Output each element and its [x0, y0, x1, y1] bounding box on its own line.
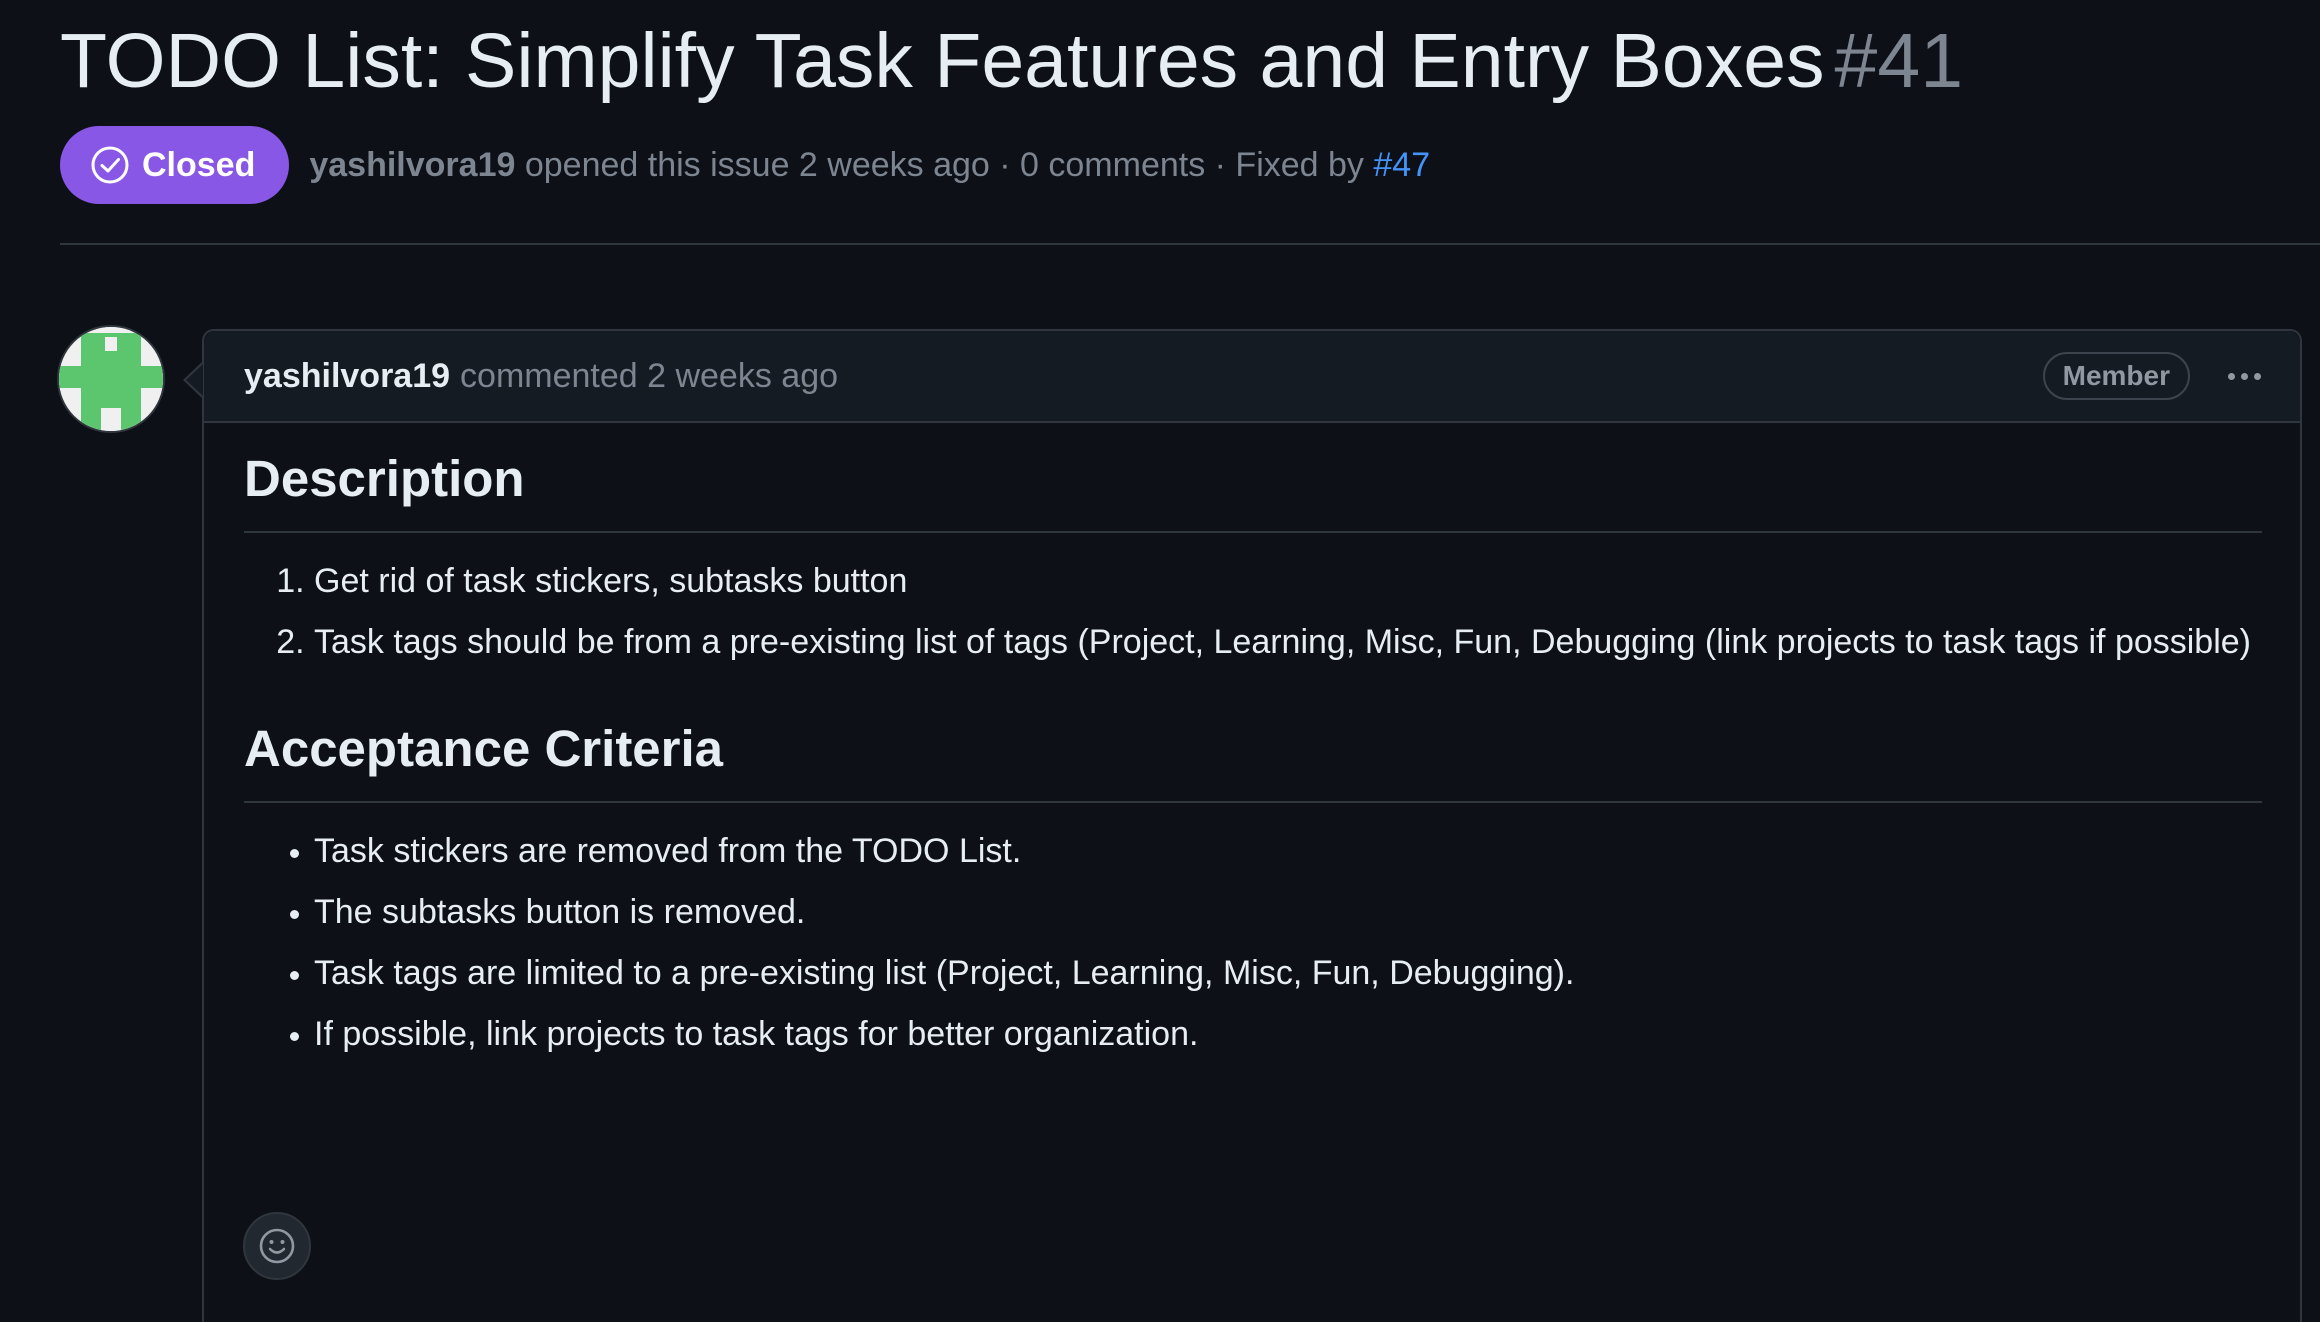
issue-opened-text: opened this issue 2 weeks ago · 0 commen…	[524, 145, 1364, 184]
acceptance-criteria-list: Task stickers are removed from the TODO …	[244, 825, 2262, 1061]
issue-author-link[interactable]: yashilvora19	[309, 146, 515, 184]
comment-box: yashilvora19 commented 2 weeks ago Membe…	[202, 329, 2302, 1322]
issue-number: #41	[1834, 18, 1964, 104]
issue-page: TODO List: Simplify Task Features and En…	[0, 0, 2320, 1322]
list-item: If possible, link projects to task tags …	[314, 1008, 2262, 1061]
kebab-horizontal-icon	[2227, 372, 2235, 380]
state-label: Closed	[142, 145, 256, 184]
avatar[interactable]	[59, 327, 163, 431]
issue-title-text: TODO List: Simplify Task Features and En…	[60, 18, 1825, 104]
list-item: Task tags should be from a pre-existing …	[314, 616, 2262, 669]
header-divider	[60, 243, 2320, 245]
list-item: The subtasks button is removed.	[314, 886, 2262, 939]
identicon-avatar-image	[59, 327, 163, 431]
list-item: Task stickers are removed from the TODO …	[314, 825, 2262, 878]
issue-meta-text: yashilvora19 opened this issue 2 weeks a…	[309, 146, 1430, 185]
comment-options-button[interactable]	[2216, 354, 2272, 398]
comment-author-link[interactable]: yashilvora19	[244, 357, 450, 396]
list-item: Get rid of task stickers, subtasks butto…	[314, 555, 2262, 608]
state-badge-closed: Closed	[60, 126, 290, 204]
fixed-by-link[interactable]: #47	[1373, 146, 1430, 184]
acceptance-criteria-heading: Acceptance Criteria	[244, 711, 2262, 803]
member-badge: Member	[2042, 352, 2190, 400]
list-item: Task tags are limited to a pre-existing …	[314, 947, 2262, 1000]
issue-title: TODO List: Simplify Task Features and En…	[60, 14, 1963, 108]
add-reaction-button[interactable]	[243, 1212, 311, 1280]
smiley-icon	[259, 1228, 295, 1264]
comment-pointer-inner	[186, 364, 203, 396]
check-circle-icon	[91, 146, 129, 184]
comment-header: yashilvora19 commented 2 weeks ago Membe…	[204, 331, 2300, 423]
description-list: Get rid of task stickers, subtasks butto…	[244, 555, 2262, 669]
description-heading: Description	[244, 441, 2262, 533]
comment-timestamp[interactable]: commented 2 weeks ago	[460, 357, 838, 396]
comment-body: Description Get rid of task stickers, su…	[204, 423, 2300, 1061]
issue-meta-row: Closed yashilvora19 opened this issue 2 …	[60, 126, 1430, 204]
